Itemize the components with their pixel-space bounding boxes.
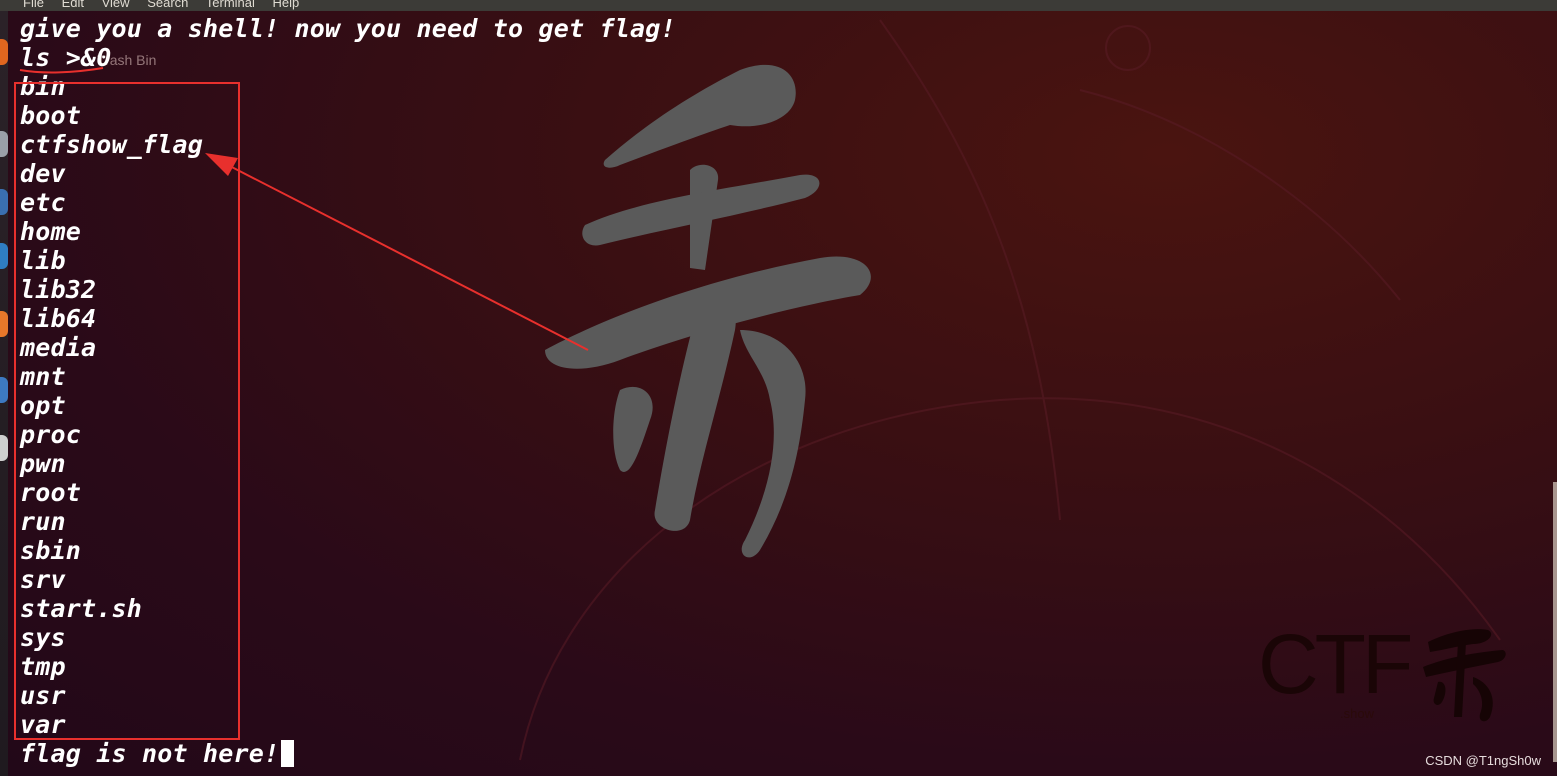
terminal-scrollbar[interactable] (1553, 482, 1557, 762)
logo-glyph-icon (1423, 629, 1506, 722)
logo-text: CTF (1258, 617, 1413, 711)
logo-subtext: .show (1340, 706, 1374, 721)
ctfshow-logo: CTF .show (1258, 622, 1508, 726)
csdn-watermark: CSDN @T1ngSh0w (1425, 753, 1541, 768)
